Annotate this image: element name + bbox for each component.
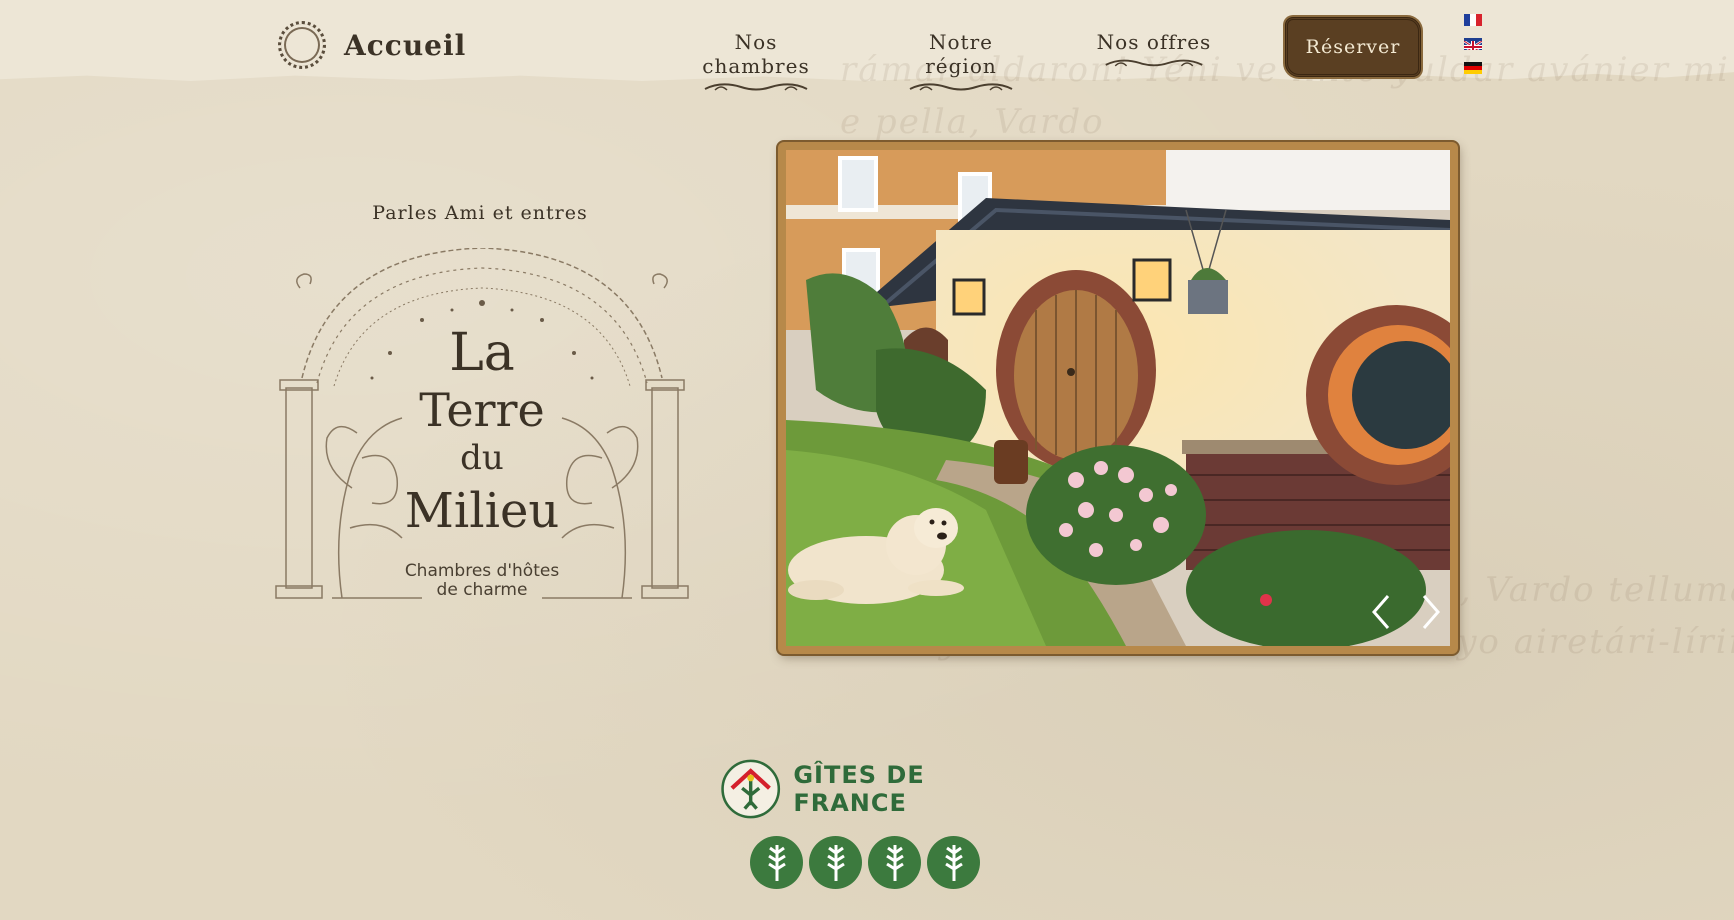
gites-de-france-logo[interactable]: GÎTES DE FRANCE [720, 754, 1010, 824]
tagline: Parles Ami et entres [372, 202, 588, 224]
logo-title-line: Milieu [404, 483, 560, 539]
reserve-button[interactable]: Réserver [1285, 17, 1421, 77]
logo-title-line: Terre [419, 383, 545, 437]
nav-item-offres[interactable]: Nos offres [1094, 30, 1214, 78]
slide-image-hobbit-house [786, 150, 1450, 646]
de-flag-icon[interactable] [1464, 62, 1482, 74]
wheat-ear-icon [809, 836, 862, 889]
logo-subtitle-line: de charme [436, 580, 528, 600]
ring-icon [278, 21, 326, 69]
logo-subtitle-line: Chambres d'hôtes [404, 561, 560, 581]
fr-flag-icon[interactable] [1464, 14, 1482, 26]
swirl-ornament-icon [909, 83, 1013, 91]
en-flag-icon[interactable] [1464, 38, 1482, 50]
nav-label: Notre région [925, 30, 997, 78]
epis-rating [750, 836, 982, 892]
nav-item-chambres[interactable]: Nos chambres [686, 30, 826, 91]
swirl-ornament-icon [1105, 59, 1203, 67]
gites-emblem-icon [721, 759, 781, 819]
logo-title-line: du [460, 438, 504, 478]
nav-item-region[interactable]: Notre région [893, 30, 1029, 91]
logo-title-line: La [449, 323, 515, 383]
logo-subtitle: Chambres d'hôtes de charme [272, 562, 692, 600]
wheat-ear-icon [868, 836, 921, 889]
chevron-left-icon[interactable] [1364, 590, 1398, 634]
swirl-ornament-icon [704, 83, 808, 91]
wheat-ear-icon [927, 836, 980, 889]
terre-du-milieu-logo: La Terre du Milieu Chambres d'hôtes de c… [272, 248, 692, 608]
nav-label: Nos offres [1096, 30, 1212, 54]
chevron-right-icon[interactable] [1414, 590, 1448, 634]
wheat-ear-icon [750, 836, 803, 889]
home-link[interactable]: Accueil [278, 20, 466, 70]
photo-slider[interactable] [778, 142, 1458, 654]
gites-label: GÎTES DE FRANCE [793, 761, 925, 817]
home-label: Accueil [344, 28, 467, 62]
nav-label: Nos chambres [702, 30, 810, 78]
